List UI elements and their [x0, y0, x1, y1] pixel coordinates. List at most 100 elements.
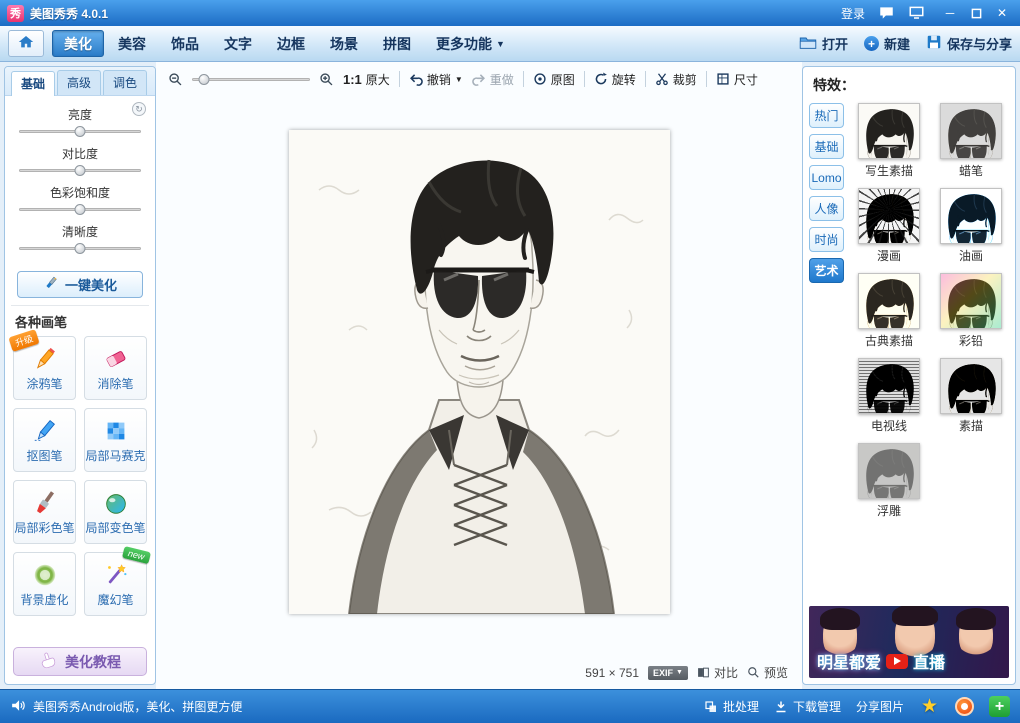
- image-dimensions: 591 × 751: [585, 666, 639, 680]
- zoom-slider[interactable]: [192, 73, 310, 86]
- category-basic[interactable]: 基础: [809, 134, 844, 159]
- saturation-slider[interactable]: [19, 203, 141, 216]
- download-manager-button[interactable]: 下载管理: [774, 698, 841, 715]
- mosaic-button[interactable]: 局部马赛克: [84, 408, 147, 472]
- save-icon: [926, 34, 942, 53]
- eraser-pen-button[interactable]: 消除笔: [84, 336, 147, 400]
- effect-sketch[interactable]: 写生素描: [858, 103, 920, 179]
- tab-cosmetics[interactable]: 美容: [107, 30, 157, 57]
- slider-thumb[interactable]: [75, 126, 86, 137]
- local-color-pen-button[interactable]: 局部彩色笔: [13, 480, 76, 544]
- tab-advanced[interactable]: 高级: [57, 70, 101, 95]
- divider: [399, 71, 400, 87]
- redo-button[interactable]: 重做: [472, 71, 514, 88]
- effect-pencil-sketch[interactable]: 素描: [940, 358, 1002, 434]
- tab-collage[interactable]: 拼图: [372, 30, 422, 57]
- tab-frames[interactable]: 边框: [266, 30, 316, 57]
- effect-crayon[interactable]: 蜡笔: [940, 103, 1002, 179]
- save-share-button[interactable]: 保存与分享: [926, 34, 1012, 53]
- tab-accessories[interactable]: 饰品: [160, 30, 210, 57]
- magic-pen-button[interactable]: new 魔幻笔: [84, 552, 147, 616]
- ad-banner[interactable]: 明星都爱 直播: [809, 606, 1009, 678]
- share-picture-button[interactable]: 分享图片: [856, 698, 904, 715]
- open-button[interactable]: 打开: [799, 34, 848, 53]
- resize-button[interactable]: 尺寸: [716, 71, 758, 88]
- skin-icon[interactable]: [907, 5, 925, 21]
- compare-button[interactable]: 对比: [697, 664, 738, 681]
- effect-oil-painting[interactable]: 油画: [940, 188, 1002, 264]
- category-portrait[interactable]: 人像: [809, 196, 844, 221]
- undo-button[interactable]: 撤销 ▼: [409, 71, 463, 88]
- tab-text[interactable]: 文字: [213, 30, 263, 57]
- brightness-slider-block: 亮度: [19, 106, 141, 138]
- message-icon[interactable]: [877, 5, 895, 21]
- category-fashion[interactable]: 时尚: [809, 227, 844, 252]
- divider: [584, 71, 585, 87]
- zoom-slider-thumb[interactable]: [198, 74, 209, 85]
- tab-scenes[interactable]: 场景: [319, 30, 369, 57]
- effect-relief[interactable]: 浮雕: [858, 443, 920, 519]
- category-lomo[interactable]: Lomo: [809, 165, 844, 190]
- ad-headline: 明星都爱: [817, 649, 881, 673]
- beautify-tutorial-button[interactable]: 美化教程: [13, 647, 147, 676]
- crop-button[interactable]: 裁剪: [655, 71, 697, 88]
- contrast-slider-block: 对比度: [19, 145, 141, 177]
- contrast-slider[interactable]: [19, 164, 141, 177]
- photo-canvas[interactable]: [289, 130, 670, 614]
- add-app-icon[interactable]: +: [989, 696, 1010, 717]
- tab-basic[interactable]: 基础: [11, 71, 55, 96]
- zoom-in-button[interactable]: [319, 72, 334, 87]
- eraser-icon: [102, 345, 130, 373]
- brightness-slider[interactable]: [19, 125, 141, 138]
- rotate-icon: [594, 72, 608, 86]
- tab-more-features[interactable]: 更多功能▼: [425, 30, 516, 57]
- paint-brush-icon: [31, 489, 59, 517]
- close-button[interactable]: ✕: [991, 4, 1013, 22]
- actual-size-button[interactable]: 1:1 原大: [343, 71, 390, 88]
- original-image-button[interactable]: 原图: [533, 71, 575, 88]
- canvas-region: 1:1 原大 撤销 ▼ 重做 原图: [156, 62, 802, 689]
- home-button[interactable]: [8, 30, 44, 57]
- brightness-label: 亮度: [19, 106, 141, 123]
- batch-process-button[interactable]: 批处理: [704, 698, 759, 715]
- zoom-out-button[interactable]: [168, 72, 183, 87]
- background-blur-button[interactable]: 背景虚化: [13, 552, 76, 616]
- cutout-pen-button[interactable]: 抠图笔: [13, 408, 76, 472]
- rotate-button[interactable]: 旋转: [594, 71, 636, 88]
- promo-message[interactable]: 美图秀秀Android版，美化、拼图更方便: [33, 698, 242, 715]
- doodle-pen-button[interactable]: 升级 涂鸦笔: [13, 336, 76, 400]
- plus-icon: +: [864, 36, 879, 51]
- play-icon: [886, 654, 908, 669]
- effect-classical-sketch[interactable]: 古典素描: [858, 273, 920, 349]
- new-button[interactable]: + 新建: [864, 34, 910, 53]
- minimize-button[interactable]: ─: [939, 4, 961, 22]
- preview-button[interactable]: 预览: [747, 664, 788, 681]
- slider-thumb[interactable]: [75, 243, 86, 254]
- color-ball-icon: [102, 489, 130, 517]
- divider: [523, 71, 524, 87]
- reset-icon[interactable]: ↻: [132, 102, 146, 116]
- effect-manga[interactable]: 漫画: [858, 188, 920, 264]
- tab-tone[interactable]: 调色: [103, 70, 147, 95]
- category-hot[interactable]: 热门: [809, 103, 844, 128]
- camera-app-icon[interactable]: [955, 697, 974, 716]
- slider-thumb[interactable]: [75, 165, 86, 176]
- slider-thumb[interactable]: [75, 204, 86, 215]
- category-art[interactable]: 艺术: [809, 258, 844, 283]
- exif-badge[interactable]: EXIF▼: [648, 666, 688, 680]
- clarity-slider[interactable]: [19, 242, 141, 255]
- feature-tabs: 美化 美容 饰品 文字 边框 场景 拼图 更多功能▼: [52, 30, 516, 57]
- effect-color-pencil[interactable]: 彩铅: [940, 273, 1002, 349]
- chevron-down-icon: ▼: [455, 75, 463, 84]
- login-link[interactable]: 登录: [841, 5, 865, 22]
- maximize-button[interactable]: [965, 4, 987, 22]
- effects-title: 特效：: [813, 75, 1009, 95]
- meitu-viewer-icon[interactable]: ★: [919, 696, 940, 717]
- effect-tv-lines[interactable]: 电视线: [858, 358, 920, 434]
- saturation-slider-block: 色彩饱和度: [19, 184, 141, 216]
- clarity-label: 清晰度: [19, 223, 141, 240]
- color-change-pen-button[interactable]: 局部变色笔: [84, 480, 147, 544]
- one-click-beautify-button[interactable]: 一键美化: [17, 271, 143, 298]
- tab-beautify[interactable]: 美化: [52, 30, 104, 57]
- hand-pointer-icon: [39, 651, 57, 672]
